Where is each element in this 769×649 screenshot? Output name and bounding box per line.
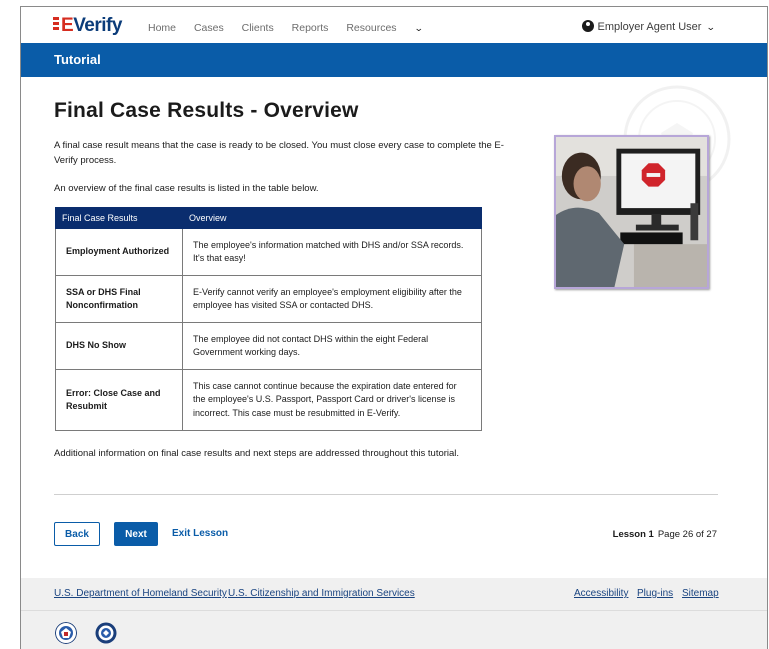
lesson-progress: Lesson 1 Page 26 of 27 <box>613 529 717 540</box>
result-overview: The employee's information matched with … <box>182 228 482 276</box>
top-navigation: EVerify Home Cases Clients Reports Resou… <box>21 7 767 43</box>
tutorial-banner: Tutorial <box>21 43 767 77</box>
result-term: SSA or DHS Final Nonconfirmation <box>55 275 183 323</box>
table-intro-text: An overview of the final case results is… <box>54 183 319 194</box>
result-overview: The employee did not contact DHS within … <box>182 322 482 370</box>
nav-resources-label: Resources <box>346 22 397 34</box>
result-term: Employment Authorized <box>55 228 183 276</box>
result-overview: E-Verify cannot verify an employee's emp… <box>182 275 482 323</box>
closing-text: Additional information on final case res… <box>54 448 460 459</box>
nav-reports[interactable]: Reports <box>292 22 329 34</box>
next-button[interactable]: Next <box>114 522 158 546</box>
lesson-label: Lesson 1 <box>612 529 654 540</box>
back-button[interactable]: Back <box>54 522 100 546</box>
table-row: DHS No Show The employee did not contact… <box>55 322 482 370</box>
user-icon <box>581 20 594 32</box>
logo-e: E <box>61 15 74 36</box>
footer-seals-bar <box>21 610 767 649</box>
nav-resources[interactable]: Resources ⌄ <box>346 22 437 34</box>
page-title: Final Case Results - Overview <box>54 99 359 122</box>
user-menu[interactable]: Employer Agent User ⌄ <box>581 20 717 33</box>
flag-icon <box>53 17 59 32</box>
table-row: SSA or DHS Final Nonconfirmation E-Verif… <box>55 275 482 323</box>
everify-logo[interactable]: EVerify <box>53 15 122 37</box>
table-header: Overview <box>182 207 482 229</box>
uscis-seal-icon[interactable] <box>95 622 117 644</box>
footer-link-dhs[interactable]: U.S. Department of Homeland Security <box>54 588 227 599</box>
page-label: Page 26 of 27 <box>657 529 717 540</box>
footer-link-plugins[interactable]: Plug-ins <box>637 588 673 599</box>
dhs-seal-icon[interactable] <box>55 622 77 644</box>
nav-home[interactable]: Home <box>148 22 176 34</box>
footer-link-uscis[interactable]: U.S. Citizenship and Immigration Service… <box>228 588 415 599</box>
chevron-down-icon: ⌄ <box>706 22 717 32</box>
result-term: DHS No Show <box>55 322 183 370</box>
logo-text: Verify <box>73 15 122 36</box>
result-term: Error: Close Case and Resubmit <box>55 369 183 431</box>
exit-lesson-link[interactable]: Exit Lesson <box>172 528 228 539</box>
tutorial-page: EVerify Home Cases Clients Reports Resou… <box>20 6 768 649</box>
person-at-computer-stop-sign-image <box>554 135 709 289</box>
nav-clients[interactable]: Clients <box>242 22 274 34</box>
footer-link-accessibility[interactable]: Accessibility <box>574 588 628 599</box>
table-header: Final Case Results <box>55 207 183 229</box>
nav-links: Home Cases Clients Reports Resources ⌄ <box>148 22 452 34</box>
banner-title: Tutorial <box>54 52 101 67</box>
footer-link-sitemap[interactable]: Sitemap <box>682 588 719 599</box>
result-overview: This case cannot continue because the ex… <box>182 369 482 431</box>
table-row: Employment Authorized The employee's inf… <box>55 228 482 276</box>
table-row: Error: Close Case and Resubmit This case… <box>55 369 482 431</box>
table-header-row: Final Case Results Overview <box>55 207 482 229</box>
final-case-results-table: Final Case Results Overview Employment A… <box>55 207 482 431</box>
chevron-down-icon: ⌄ <box>413 23 424 33</box>
intro-text: A final case result means that the case … <box>54 140 504 166</box>
user-label: Employer Agent User <box>597 21 702 33</box>
nav-cases[interactable]: Cases <box>194 22 224 34</box>
divider <box>54 494 718 495</box>
